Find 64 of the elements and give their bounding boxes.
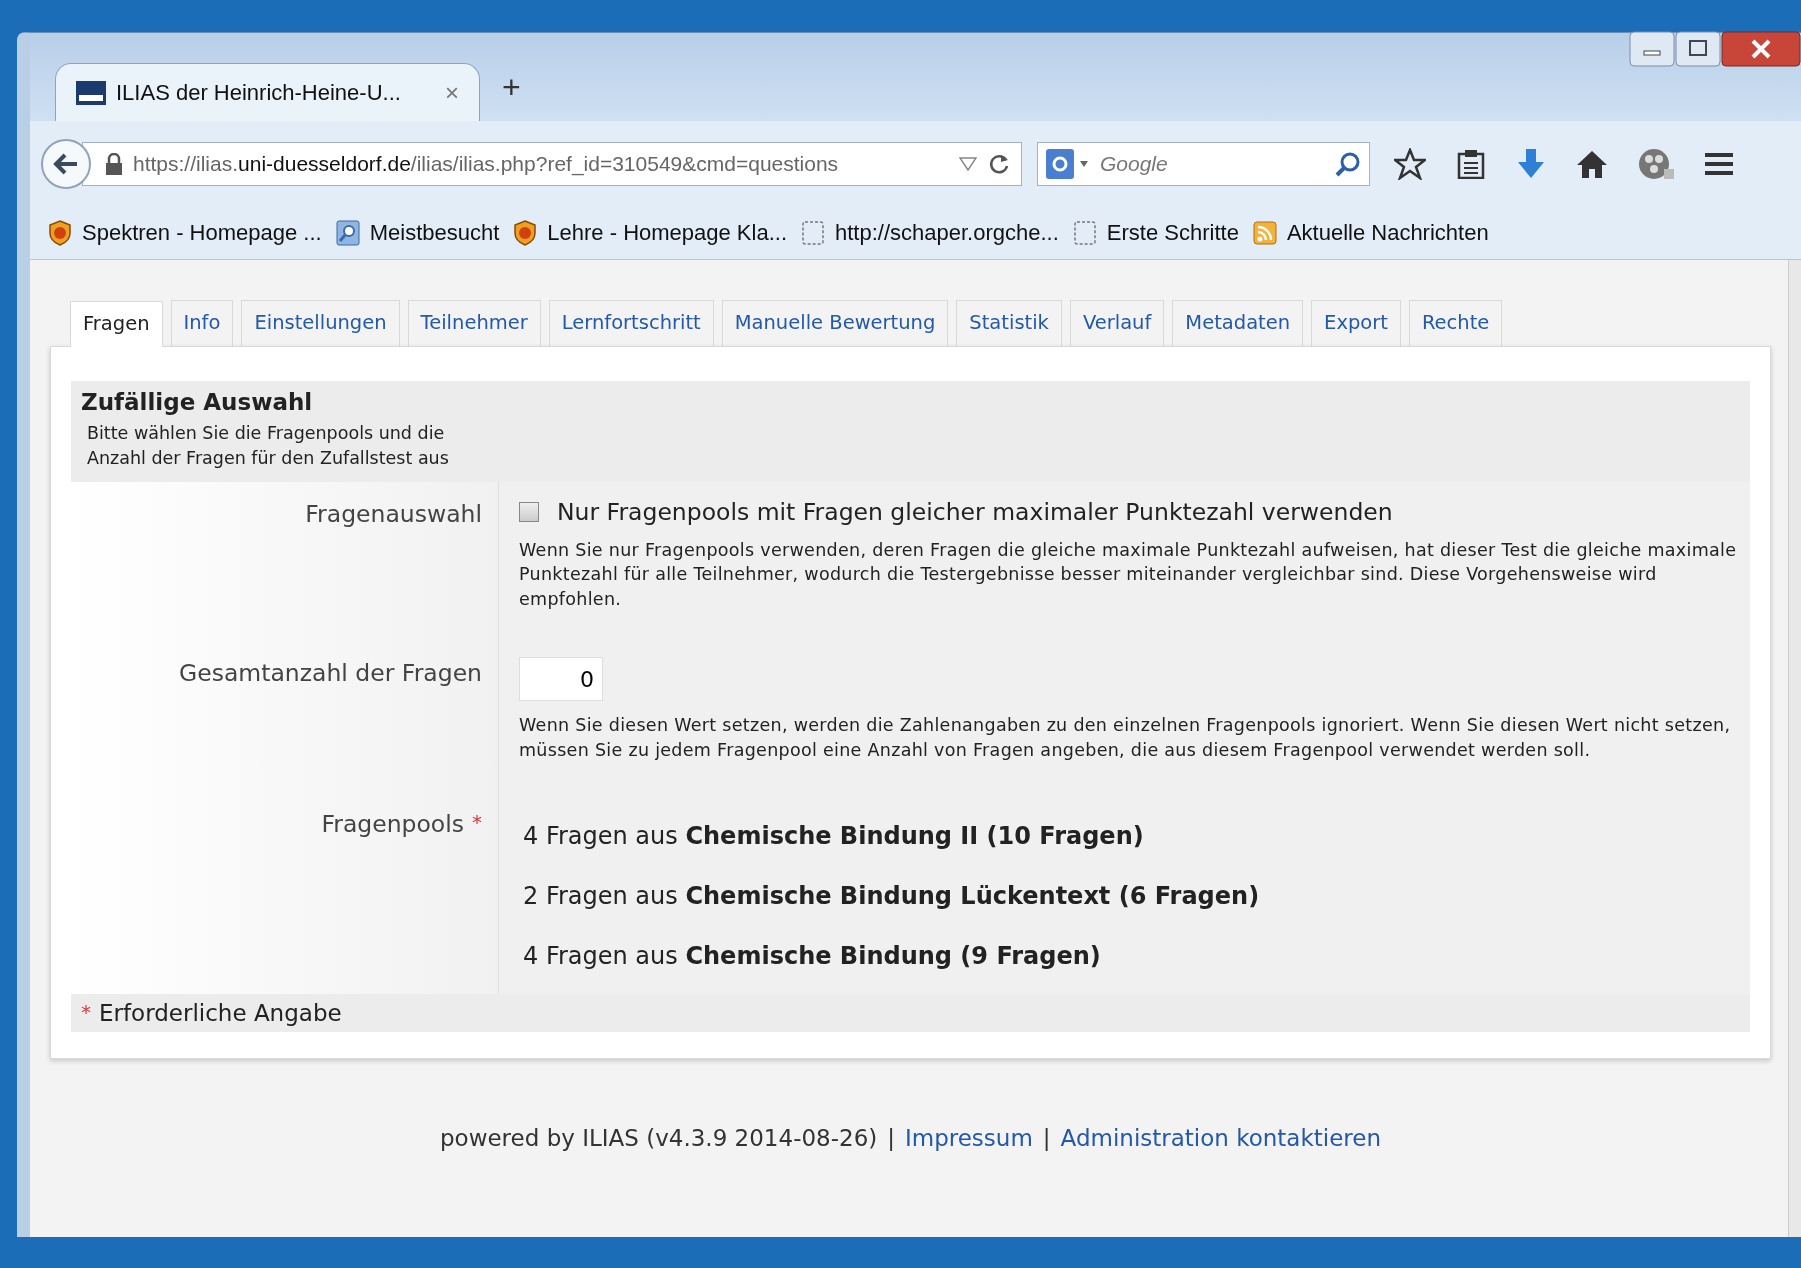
- menu-icon[interactable]: [1704, 150, 1734, 177]
- help-text: Wenn Sie nur Fragenpools verwenden, deren Fragen die gleiche maximale Punktezahl aufweisen, hat dieser Test die gleiche maximale Punktezahl für alle Teilnehmer, wodurch die Testergebnisse besser miteinander vergleichbar sind. Diese Vorgehensweise wird empfohlen.: [519, 538, 1738, 611]
- star-icon[interactable]: [1394, 147, 1426, 180]
- number-field[interactable]: 0: [519, 657, 603, 702]
- browser-tab[interactable]: ILIAS der Heinrich-Heine-U... ×: [55, 63, 480, 121]
- close-tab-button[interactable]: ×: [445, 78, 459, 107]
- bookmark[interactable]: Erste Schritte: [1072, 219, 1239, 246]
- footer-link[interactable]: Impressum: [905, 1125, 1033, 1152]
- tab[interactable]: Export: [1311, 300, 1401, 346]
- tab[interactable]: Teilnehmer: [407, 300, 541, 346]
- pool-entry: 4 Fragen aus Chemische Bindung II (10 Fragen): [522, 822, 1145, 851]
- tab[interactable]: Manuelle Bewertung: [721, 300, 949, 346]
- scrollbar[interactable]: [1788, 260, 1801, 1237]
- bookmark[interactable]: Meistbesucht: [335, 219, 500, 246]
- new-tab-button[interactable]: +: [492, 68, 531, 106]
- blank-page-icon: [1072, 219, 1097, 246]
- field-label: Gesamtanzahl der Fragen: [179, 659, 482, 688]
- close-button[interactable]: [1721, 31, 1801, 67]
- lock-icon: [105, 152, 123, 175]
- separator: |: [1042, 1125, 1051, 1152]
- separator: |: [887, 1125, 895, 1152]
- section-title: Zufällige Auswahl: [81, 389, 314, 415]
- dropdown-icon[interactable]: [959, 156, 977, 171]
- required-note: Erforderliche Angabe: [99, 1000, 342, 1027]
- bookmark[interactable]: Spektren - Homepage ...: [48, 219, 322, 246]
- search-field[interactable]: Google: [1037, 141, 1370, 186]
- feed-icon: [1252, 219, 1277, 246]
- shield-icon: [48, 219, 72, 246]
- bookmark[interactable]: Lehre - Homepage Kla...: [513, 219, 787, 246]
- checkbox-label[interactable]: Nur Fragenpools mit Fragen gleicher maximaler Punktezahl verwenden: [557, 497, 1393, 526]
- bookmark[interactable]: Aktuelle Nachrichten: [1252, 219, 1489, 246]
- footer-link[interactable]: Administration kontaktieren: [1060, 1125, 1381, 1152]
- minimize-button[interactable]: [1629, 31, 1675, 67]
- field-label: Fragenauswahl: [305, 499, 482, 528]
- tab-title: ILIAS der Heinrich-Heine-U...: [116, 79, 402, 106]
- pool-entry: 2 Fragen aus Chemische Bindung Lückentext (6 Fragen): [522, 882, 1261, 911]
- checkbox[interactable]: [519, 501, 539, 522]
- tab[interactable]: Fragen: [70, 301, 163, 347]
- blank-page-icon: [801, 219, 825, 246]
- field-label: Fragenpools: [321, 810, 464, 839]
- help-text: Wenn Sie diesen Wert setzen, werden die Zahlenangaben zu den einzelnen Fragenpools ignoriert. Wenn Sie diesen Wert nicht setzen, müssen Sie zu jedem Fragenpool eine Anzahl von Fragen angeben, die aus diesem Fragenpool verwendet werden soll.: [519, 714, 1732, 762]
- required-mark: *: [81, 1000, 91, 1025]
- tab[interactable]: Info: [170, 300, 234, 346]
- clipboard-icon[interactable]: [1456, 148, 1486, 179]
- tab[interactable]: Statistik: [956, 300, 1062, 346]
- section-description: Bitte wählen Sie die Fragenpools und die Anzahl der Fragen für den Zufallstest aus: [86, 422, 450, 471]
- tab[interactable]: Metadaten: [1172, 300, 1304, 346]
- back-button[interactable]: [40, 137, 92, 190]
- home-icon[interactable]: [1576, 148, 1608, 179]
- bookmark[interactable]: http://schaper.orgche...: [801, 219, 1059, 246]
- tab[interactable]: Verlauf: [1069, 300, 1165, 346]
- required-mark: *: [472, 810, 482, 835]
- tab[interactable]: Rechte: [1408, 300, 1503, 346]
- footer-text: powered by ILIAS (v4.3.9 2014-08-26): [440, 1125, 878, 1152]
- pool-entry: 4 Fragen aus Chemische Bindung (9 Fragen): [522, 942, 1102, 971]
- magnifier-icon: [335, 219, 360, 246]
- search-icon[interactable]: [1335, 150, 1361, 177]
- download-icon[interactable]: [1516, 147, 1546, 180]
- tab[interactable]: Einstellungen: [241, 300, 400, 346]
- address-field[interactable]: https://ilias.uni-duesseldorf.de/ilias/ilias.php?ref_id=310549&cmd=questions: [82, 141, 1022, 186]
- extension-icon[interactable]: [1638, 146, 1674, 181]
- shield-icon: [513, 219, 538, 246]
- tab[interactable]: Lernfortschritt: [548, 300, 714, 346]
- maximize-button[interactable]: [1675, 31, 1721, 67]
